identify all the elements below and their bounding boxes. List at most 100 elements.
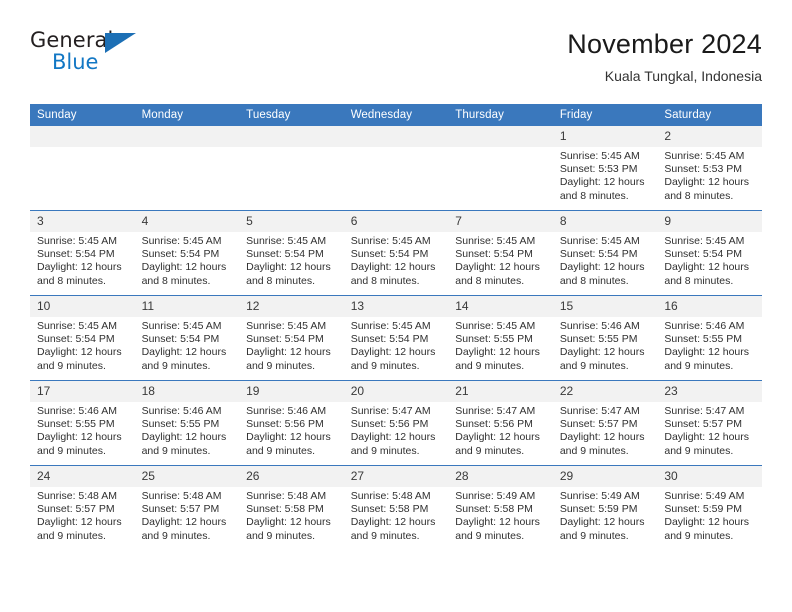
calendar-cell-inner: 28 Sunrise: 5:49 AM Sunset: 5:58 PM Dayligh… — [448, 466, 553, 550]
sunset-text: Sunset: 5:54 PM — [350, 248, 429, 261]
calendar-day-cell[interactable]: 5 Sunrise: 5:45 AM Sunset: 5:54 PM Daylight… — [239, 210, 344, 296]
calendar-day-cell[interactable]: 8 Sunrise: 5:45 AM Sunset: 5:54 PM Daylight… — [552, 210, 658, 296]
location-subtitle: Kuala Tungkal, Indonesia — [604, 68, 762, 84]
sunset-text: Sunset: 5:55 PM — [37, 418, 115, 431]
calendar-cell-inner: 2 Sunrise: 5:45 AM Sunset: 5:53 PM Daylight… — [657, 126, 762, 210]
calendar-day-cell[interactable]: 20 Sunrise: 5:47 AM Sunset: 5:56 PM Dayligh… — [343, 380, 449, 466]
sunset-text: Sunset: 5:54 PM — [37, 248, 115, 261]
calendar-day-cell[interactable]: 21 Sunrise: 5:47 AM Sunset: 5:56 PM Dayligh… — [448, 380, 553, 466]
calendar-cell-inner: 16 Sunrise: 5:46 AM Sunset: 5:55 PM Dayligh… — [657, 296, 762, 380]
sunset-text: Sunset: 5:57 PM — [37, 503, 115, 516]
day-number: 8 — [552, 211, 658, 232]
sunset-text: Sunset: 5:59 PM — [559, 503, 638, 516]
sunrise-text: Sunrise: 5:45 AM — [559, 235, 640, 247]
day-sun-info: Sunrise: 5:45 AM Sunset: 5:54 PM Daylight:… — [553, 232, 658, 288]
calendar-day-cell[interactable]: 18 Sunrise: 5:46 AM Sunset: 5:55 PM Dayligh… — [134, 380, 240, 466]
daylight-text: Daylight: 12 hours and 8 minutes. — [455, 261, 540, 287]
calendar-cell-inner: 8 Sunrise: 5:45 AM Sunset: 5:54 PM Daylight… — [552, 211, 658, 295]
calendar-day-cell[interactable]: 16 Sunrise: 5:46 AM Sunset: 5:55 PM Dayligh… — [657, 295, 762, 381]
sunrise-text: Sunrise: 5:45 AM — [455, 320, 536, 332]
daylight-text: Daylight: 12 hours and 9 minutes. — [246, 431, 331, 457]
calendar-cell-inner: 10 Sunrise: 5:45 AM Sunset: 5:54 PM Dayligh… — [30, 296, 135, 380]
day-sun-info: Sunrise: 5:45 AM Sunset: 5:54 PM Daylight:… — [239, 232, 344, 288]
daylight-text: Daylight: 12 hours and 9 minutes. — [559, 431, 645, 457]
day-sun-info: Sunrise: 5:45 AM Sunset: 5:54 PM Daylight:… — [135, 232, 240, 288]
daylight-text: Daylight: 12 hours and 9 minutes. — [350, 431, 436, 457]
sunrise-text: Sunrise: 5:45 AM — [559, 150, 640, 162]
day-sun-info: Sunrise: 5:49 AM Sunset: 5:59 PM Daylight:… — [553, 487, 658, 543]
daylight-text: Daylight: 12 hours and 9 minutes. — [664, 346, 750, 372]
calendar-day-cell[interactable]: 12 Sunrise: 5:45 AM Sunset: 5:54 PM Dayligh… — [239, 295, 344, 381]
weekday-header-friday: Friday — [552, 104, 658, 126]
day-number — [134, 126, 240, 147]
calendar-day-cell[interactable]: 29 Sunrise: 5:49 AM Sunset: 5:59 PM Dayligh… — [552, 465, 658, 550]
sunrise-text: Sunrise: 5:45 AM — [246, 235, 327, 247]
calendar-day-cell[interactable]: 25 Sunrise: 5:48 AM Sunset: 5:57 PM Dayligh… — [134, 465, 240, 550]
sunrise-text: Sunrise: 5:48 AM — [37, 490, 117, 502]
sunrise-text: Sunrise: 5:48 AM — [141, 490, 222, 502]
calendar-cell-empty — [448, 126, 553, 211]
day-sun-info: Sunrise: 5:47 AM Sunset: 5:56 PM Daylight:… — [448, 402, 553, 458]
day-sun-info: Sunrise: 5:45 AM Sunset: 5:54 PM Daylight:… — [30, 232, 135, 288]
weekday-header-saturday: Saturday — [657, 104, 762, 126]
sunrise-text: Sunrise: 5:49 AM — [559, 490, 640, 502]
sunset-text: Sunset: 5:58 PM — [350, 503, 429, 516]
day-number: 15 — [552, 296, 658, 317]
calendar-day-cell[interactable]: 7 Sunrise: 5:45 AM Sunset: 5:54 PM Daylight… — [448, 210, 553, 296]
calendar-cell-inner: 12 Sunrise: 5:45 AM Sunset: 5:54 PM Dayligh… — [239, 296, 344, 380]
sunset-text: Sunset: 5:54 PM — [37, 333, 115, 346]
sunset-text: Sunset: 5:56 PM — [455, 418, 533, 431]
day-number: 5 — [239, 211, 344, 232]
sunrise-text: Sunrise: 5:45 AM — [37, 320, 117, 332]
calendar-day-cell[interactable]: 24 Sunrise: 5:48 AM Sunset: 5:57 PM Dayligh… — [30, 465, 135, 550]
calendar-day-cell[interactable]: 17 Sunrise: 5:46 AM Sunset: 5:55 PM Dayligh… — [30, 380, 135, 466]
sunrise-text: Sunrise: 5:48 AM — [350, 490, 431, 502]
sunrise-text: Sunrise: 5:48 AM — [246, 490, 327, 502]
calendar-day-cell[interactable]: 30 Sunrise: 5:49 AM Sunset: 5:59 PM Dayligh… — [657, 465, 762, 550]
daylight-text: Daylight: 12 hours and 9 minutes. — [559, 516, 645, 542]
calendar-day-cell[interactable]: 14 Sunrise: 5:45 AM Sunset: 5:55 PM Dayligh… — [448, 295, 553, 381]
daylight-text: Daylight: 12 hours and 9 minutes. — [246, 346, 331, 372]
daylight-text: Daylight: 12 hours and 9 minutes. — [664, 516, 750, 542]
calendar-day-cell[interactable]: 23 Sunrise: 5:47 AM Sunset: 5:57 PM Dayligh… — [657, 380, 762, 466]
sunrise-text: Sunrise: 5:45 AM — [141, 320, 222, 332]
calendar-cell-inner: 6 Sunrise: 5:45 AM Sunset: 5:54 PM Daylight… — [343, 211, 449, 295]
calendar-day-cell[interactable]: 9 Sunrise: 5:45 AM Sunset: 5:54 PM Daylight… — [657, 210, 762, 296]
sunset-text: Sunset: 5:58 PM — [246, 503, 324, 516]
calendar-day-cell[interactable]: 15 Sunrise: 5:46 AM Sunset: 5:55 PM Dayligh… — [552, 295, 658, 381]
sunrise-text: Sunrise: 5:45 AM — [455, 235, 536, 247]
day-sun-info: Sunrise: 5:46 AM Sunset: 5:55 PM Daylight:… — [657, 317, 762, 373]
calendar-day-cell[interactable]: 27 Sunrise: 5:48 AM Sunset: 5:58 PM Dayligh… — [343, 465, 449, 550]
general-blue-logo[interactable]: General Blue — [30, 28, 150, 82]
calendar-page: General Blue November 2024 Kuala Tungkal… — [0, 0, 792, 612]
day-sun-info: Sunrise: 5:46 AM Sunset: 5:55 PM Daylight:… — [30, 402, 135, 458]
daylight-text: Daylight: 12 hours and 9 minutes. — [37, 516, 122, 542]
calendar-day-cell[interactable]: 28 Sunrise: 5:49 AM Sunset: 5:58 PM Dayligh… — [448, 465, 553, 550]
calendar-day-cell[interactable]: 10 Sunrise: 5:45 AM Sunset: 5:54 PM Dayligh… — [30, 295, 135, 381]
day-number: 17 — [30, 381, 135, 402]
sunset-text: Sunset: 5:56 PM — [246, 418, 324, 431]
calendar-day-cell[interactable]: 2 Sunrise: 5:45 AM Sunset: 5:53 PM Daylight… — [657, 126, 762, 211]
day-sun-info: Sunrise: 5:46 AM Sunset: 5:55 PM Daylight:… — [135, 402, 240, 458]
weekday-header-thursday: Thursday — [448, 104, 553, 126]
calendar-cell-inner: 11 Sunrise: 5:45 AM Sunset: 5:54 PM Dayligh… — [134, 296, 240, 380]
calendar-day-cell[interactable]: 4 Sunrise: 5:45 AM Sunset: 5:54 PM Daylight… — [134, 210, 240, 296]
calendar-cell-inner — [448, 126, 553, 210]
day-sun-info: Sunrise: 5:45 AM Sunset: 5:53 PM Daylight:… — [553, 147, 658, 203]
sunrise-text: Sunrise: 5:45 AM — [246, 320, 327, 332]
day-sun-info: Sunrise: 5:45 AM Sunset: 5:54 PM Daylight:… — [135, 317, 240, 373]
daylight-text: Daylight: 12 hours and 8 minutes. — [664, 261, 750, 287]
calendar-day-cell[interactable]: 6 Sunrise: 5:45 AM Sunset: 5:54 PM Daylight… — [343, 210, 449, 296]
calendar-day-cell[interactable]: 13 Sunrise: 5:45 AM Sunset: 5:54 PM Dayligh… — [343, 295, 449, 381]
calendar-week-row: 10 Sunrise: 5:45 AM Sunset: 5:54 PM Dayligh… — [30, 295, 762, 381]
calendar-day-cell[interactable]: 11 Sunrise: 5:45 AM Sunset: 5:54 PM Dayligh… — [134, 295, 240, 381]
day-number: 16 — [657, 296, 762, 317]
sunset-text: Sunset: 5:54 PM — [455, 248, 533, 261]
calendar-day-cell[interactable]: 1 Sunrise: 5:45 AM Sunset: 5:53 PM Daylight… — [552, 126, 658, 211]
day-number: 18 — [134, 381, 240, 402]
calendar-day-cell[interactable]: 22 Sunrise: 5:47 AM Sunset: 5:57 PM Dayligh… — [552, 380, 658, 466]
day-number: 11 — [134, 296, 240, 317]
calendar-day-cell[interactable]: 3 Sunrise: 5:45 AM Sunset: 5:54 PM Daylight… — [30, 210, 135, 296]
calendar-day-cell[interactable]: 19 Sunrise: 5:46 AM Sunset: 5:56 PM Dayligh… — [239, 380, 344, 466]
calendar-day-cell[interactable]: 26 Sunrise: 5:48 AM Sunset: 5:58 PM Dayligh… — [239, 465, 344, 550]
